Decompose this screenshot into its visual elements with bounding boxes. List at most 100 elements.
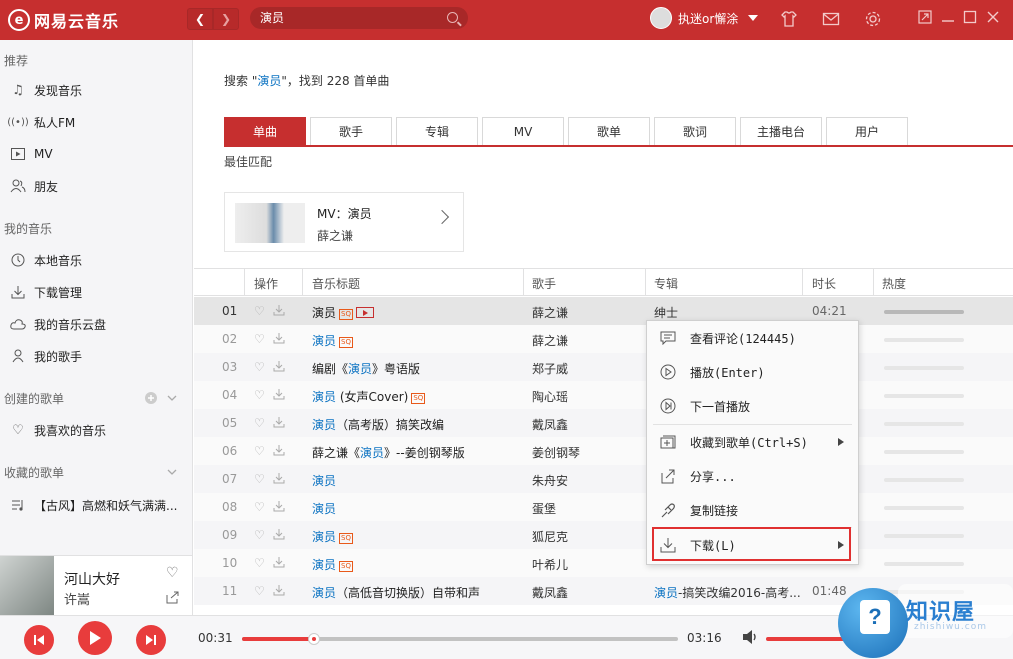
download-icon[interactable] [273, 388, 285, 403]
table-row[interactable]: 03 ♡ 编剧《演员》粤语版 郑子威 [194, 353, 1013, 381]
search-icon[interactable] [447, 12, 458, 23]
like-heart-icon[interactable]: ♡ [254, 332, 265, 347]
song-artist[interactable]: 蛋堡 [532, 500, 642, 517]
tab-playlists[interactable]: 歌单 [568, 117, 650, 145]
menu-item-play[interactable]: 播放(Enter) [647, 355, 858, 389]
mini-mode-icon[interactable] [917, 9, 933, 25]
song-artist[interactable]: 姜创钢琴 [532, 444, 642, 461]
song-album[interactable]: 演员-搞笑改编2016-高考... [654, 584, 804, 601]
header-artist[interactable]: 歌手 [532, 275, 556, 292]
song-artist[interactable]: 狐尼克 [532, 528, 642, 545]
app-logo[interactable]: e 网易云音乐 [8, 8, 119, 32]
table-row[interactable]: 07 ♡ 演员 朱舟安 [194, 465, 1013, 493]
chevron-down-icon[interactable] [166, 391, 178, 408]
sidebar-item-fm[interactable]: ((•)) 私人FM [7, 112, 75, 132]
header-album[interactable]: 专辑 [654, 275, 678, 292]
sidebar-item-local-music[interactable]: 本地音乐 [10, 250, 82, 270]
back-button[interactable]: ❮ [187, 8, 213, 30]
song-title[interactable]: 演员 SQ [312, 332, 517, 349]
menu-item-copy-link[interactable]: 复制链接 [647, 493, 858, 527]
chevron-down-icon[interactable] [166, 465, 178, 482]
table-row[interactable]: 04 ♡ 演员 (女声Cover) SQ 陶心瑶 [194, 381, 1013, 409]
song-artist[interactable]: 叶希儿 [532, 556, 642, 573]
share-icon[interactable] [166, 590, 180, 607]
skin-icon[interactable] [780, 10, 798, 28]
tab-lyrics[interactable]: 歌词 [654, 117, 736, 145]
download-icon[interactable] [273, 500, 285, 515]
next-button[interactable] [136, 625, 166, 655]
forward-button[interactable]: ❯ [213, 8, 239, 30]
song-title[interactable]: 演员（高考版）搞笑改编 [312, 416, 517, 433]
menu-item-comments[interactable]: 查看评论(124445) [647, 321, 858, 355]
song-title[interactable]: 演员 [312, 500, 517, 517]
download-icon[interactable] [273, 556, 285, 571]
menu-item-play-next[interactable]: 下一首播放 [647, 389, 858, 423]
like-heart-icon[interactable]: ♡ [254, 472, 265, 487]
volume-slider[interactable] [766, 637, 846, 641]
song-artist[interactable]: 陶心瑶 [532, 388, 642, 405]
maximize-icon[interactable] [962, 9, 978, 25]
mail-icon[interactable] [822, 10, 840, 28]
table-row[interactable]: 10 ♡ 演员 SQ 叶希儿 [194, 549, 1013, 577]
tab-mv[interactable]: MV [482, 117, 564, 145]
user-menu[interactable]: 执迷or懈涂 [650, 7, 759, 29]
tab-albums[interactable]: 专辑 [396, 117, 478, 145]
play-button[interactable] [78, 621, 112, 655]
song-title[interactable]: 薛之谦《演员》--姜创钢琴版 [312, 444, 517, 461]
table-row[interactable]: 02 ♡ 演员 SQ 薛之谦 [194, 325, 1013, 353]
now-playing-panel[interactable]: 河山大好 许嵩 ♡ [0, 555, 193, 616]
progress-handle[interactable] [307, 633, 320, 645]
song-artist[interactable]: 薛之谦 [532, 332, 642, 349]
song-artist[interactable]: 郑子威 [532, 360, 642, 377]
heart-icon[interactable]: ♡ [166, 565, 179, 581]
download-icon[interactable] [273, 444, 285, 459]
sidebar-item-cloud[interactable]: 我的音乐云盘 [10, 314, 106, 334]
song-album[interactable]: 绅士 [654, 304, 804, 321]
song-artist[interactable]: 薛之谦 [532, 304, 642, 321]
volume-icon[interactable] [742, 629, 760, 649]
chevron-down-icon[interactable] [748, 15, 759, 21]
song-title[interactable]: 演员（高低音切换版）自带和声 [312, 584, 517, 601]
search-input[interactable]: 演员 [250, 7, 468, 29]
download-icon[interactable] [273, 528, 285, 543]
song-artist[interactable]: 戴凤鑫 [532, 584, 642, 601]
menu-item-share[interactable]: 分享... [647, 459, 858, 493]
like-heart-icon[interactable]: ♡ [254, 388, 265, 403]
sidebar-item-downloads[interactable]: 下载管理 [10, 282, 82, 302]
settings-gear-icon[interactable] [864, 10, 882, 28]
album-cover[interactable] [0, 556, 54, 616]
song-title[interactable]: 演员 SQ [312, 304, 517, 321]
song-artist[interactable]: 戴凤鑫 [532, 416, 642, 433]
sidebar-item-discover[interactable]: ♫ 发现音乐 [10, 80, 82, 100]
song-title[interactable]: 演员 (女声Cover) SQ [312, 388, 517, 405]
like-heart-icon[interactable]: ♡ [254, 360, 265, 375]
sidebar-item-mv[interactable]: MV [10, 144, 53, 164]
table-row[interactable]: 01 ♡ 演员 SQ 薛之谦 绅士 04:21 [194, 297, 1013, 325]
like-heart-icon[interactable]: ♡ [254, 528, 265, 543]
menu-item-add-to-playlist[interactable]: 收藏到歌单(Ctrl+S) [647, 425, 858, 459]
close-icon[interactable] [985, 9, 1001, 25]
username[interactable]: 执迷or懈涂 [678, 10, 738, 27]
mv-badge-icon[interactable] [355, 307, 374, 318]
download-icon[interactable] [273, 360, 285, 375]
table-row[interactable]: 08 ♡ 演员 蛋堡 [194, 493, 1013, 521]
tab-users[interactable]: 用户 [826, 117, 908, 145]
minimize-icon[interactable] [940, 9, 956, 25]
progress-bar[interactable] [242, 633, 678, 645]
header-duration[interactable]: 时长 [812, 275, 836, 292]
best-match-mv-card[interactable]: MV：演员 薛之谦 [224, 192, 464, 252]
sidebar-item-collected-playlist[interactable]: 【古风】高燃和妖气满满... [10, 495, 177, 515]
sidebar-item-friends[interactable]: 朋友 [10, 176, 58, 196]
like-heart-icon[interactable]: ♡ [254, 304, 265, 319]
like-heart-icon[interactable]: ♡ [254, 556, 265, 571]
song-title[interactable]: 演员 [312, 472, 517, 489]
download-icon[interactable] [273, 304, 285, 319]
tab-radio[interactable]: 主播电台 [740, 117, 822, 145]
song-title[interactable]: 演员 SQ [312, 556, 517, 573]
like-heart-icon[interactable]: ♡ [254, 416, 265, 431]
like-heart-icon[interactable]: ♡ [254, 584, 265, 599]
header-title[interactable]: 音乐标题 [312, 275, 360, 292]
tab-artists[interactable]: 歌手 [310, 117, 392, 145]
now-playing-artist[interactable]: 许嵩 [64, 589, 90, 608]
song-artist[interactable]: 朱舟安 [532, 472, 642, 489]
